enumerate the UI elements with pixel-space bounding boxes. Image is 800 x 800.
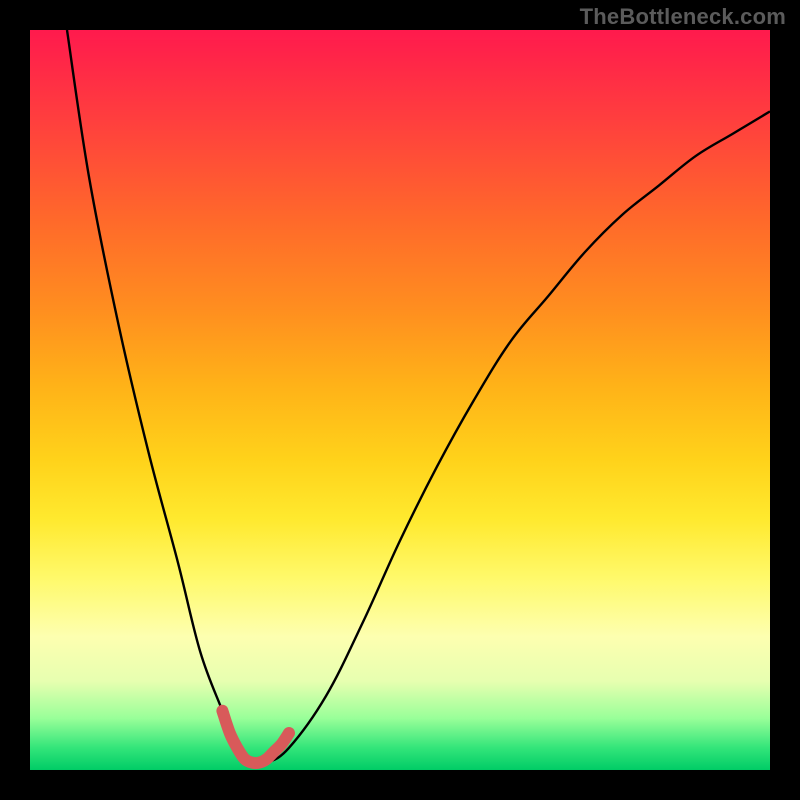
watermark-text: TheBottleneck.com <box>580 4 786 30</box>
bottleneck-curve-path <box>67 30 770 765</box>
highlight-path <box>222 711 289 763</box>
chart-frame: TheBottleneck.com <box>0 0 800 800</box>
plot-area <box>30 30 770 770</box>
bottleneck-curve-svg <box>30 30 770 770</box>
